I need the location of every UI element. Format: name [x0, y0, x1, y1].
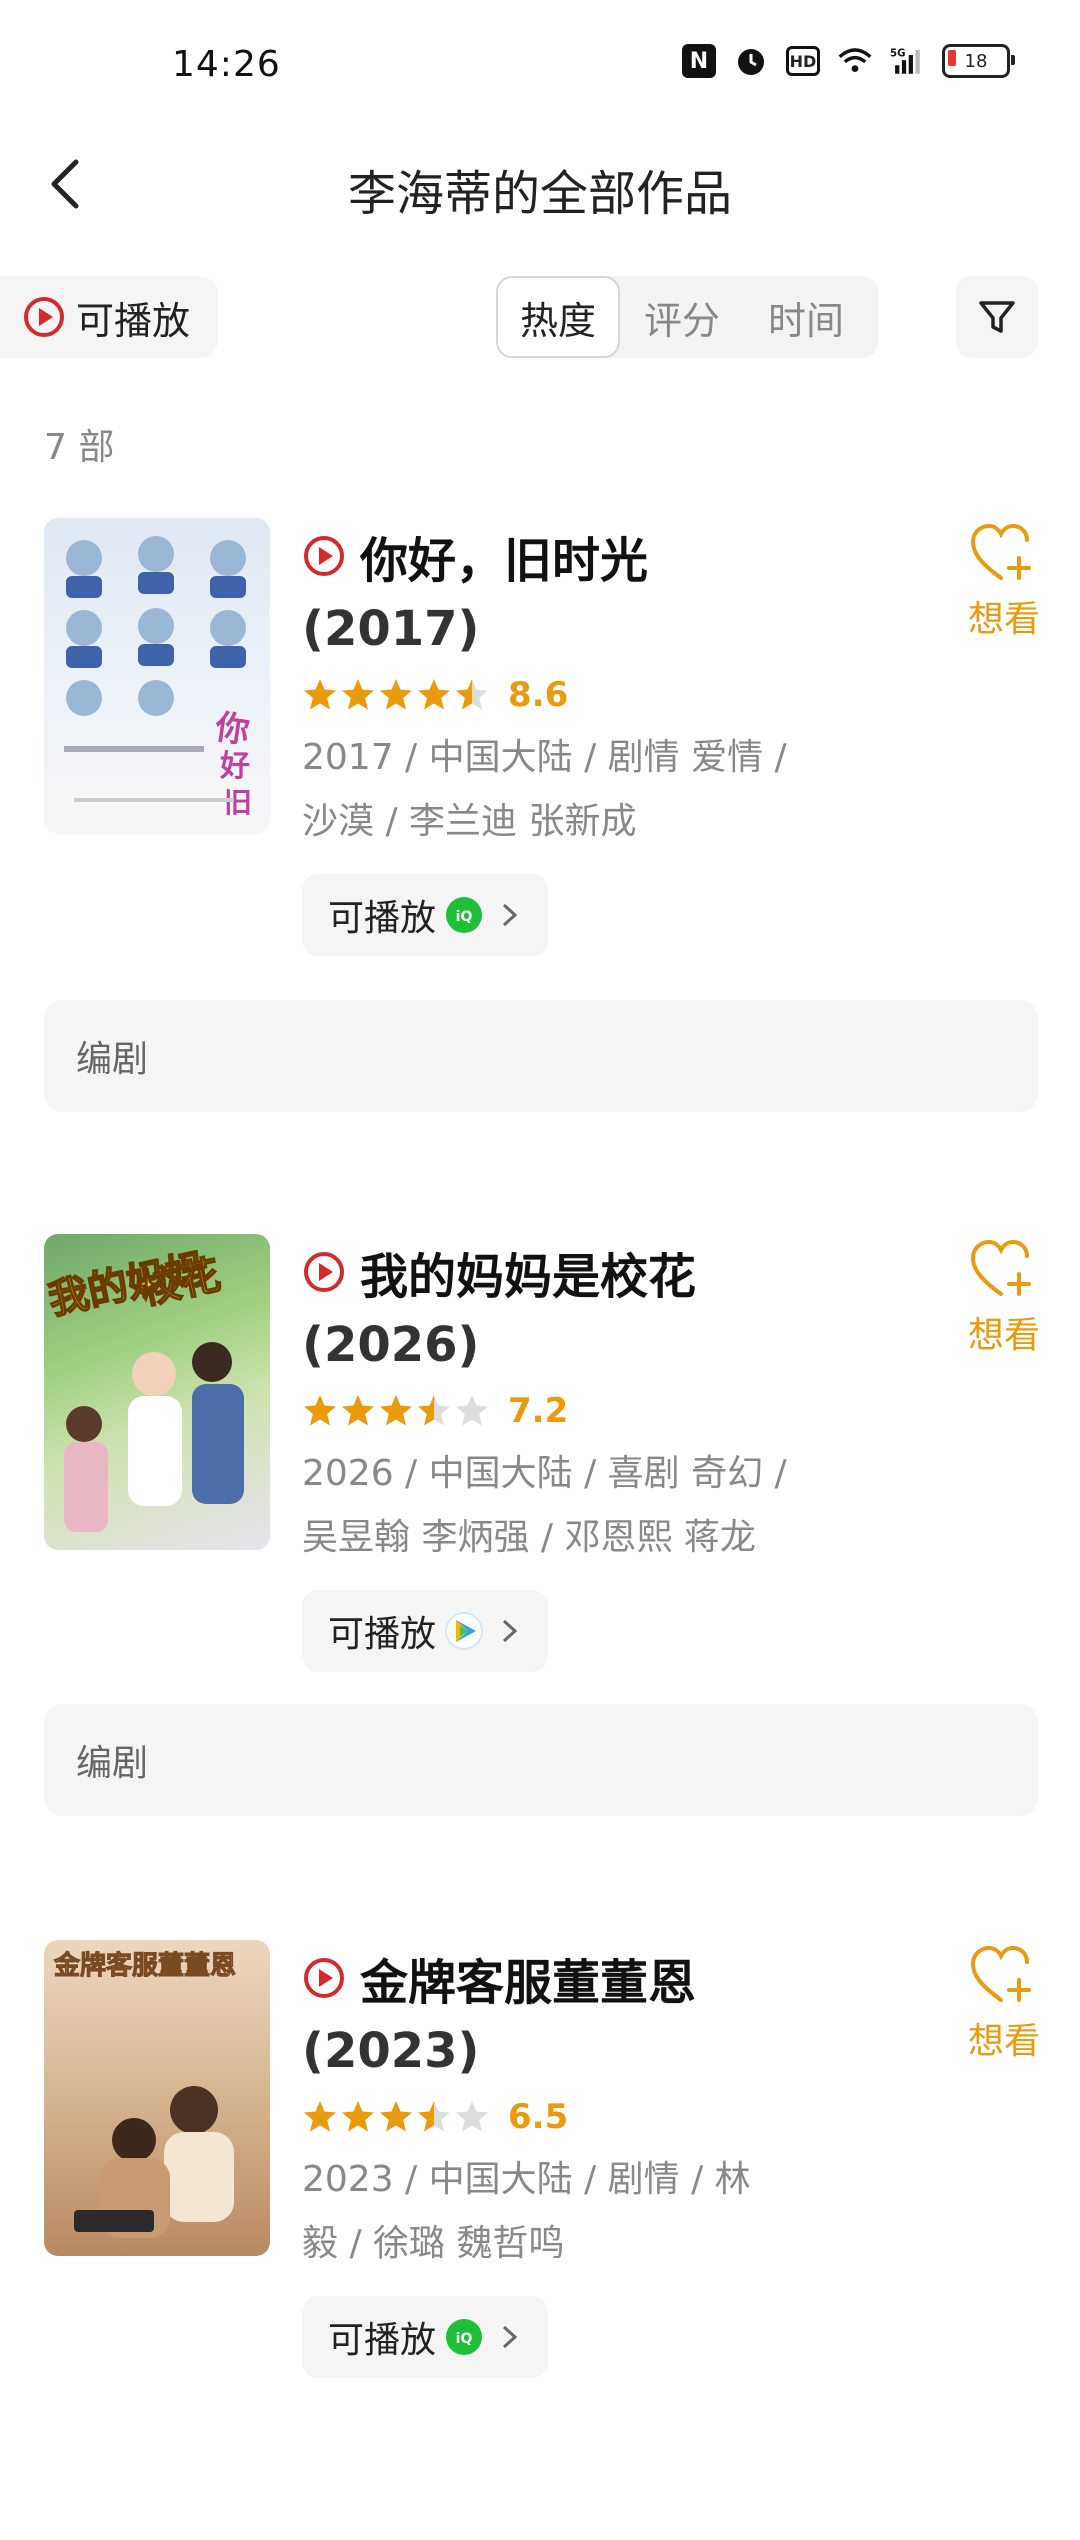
star-icon — [380, 679, 412, 710]
role-bar: 编剧 — [44, 1704, 1038, 1816]
work-info: 金牌客服董董恩 (2023) 6.5 2023 / 中国大陆 / 剧情 / 林 … — [302, 1940, 842, 2378]
want-to-watch-label: 想看 — [967, 599, 1040, 640]
svg-text:iQ: iQ — [456, 909, 473, 925]
work-title[interactable]: 我的妈妈是校花 — [360, 1237, 696, 1307]
sort-segmented-control: 热度 评分 时间 — [496, 276, 878, 358]
want-to-watch-button[interactable]: 想看 — [956, 522, 1052, 642]
playable-filter-button[interactable]: 可播放 — [0, 276, 218, 358]
nfc-icon: N — [682, 44, 716, 78]
play-source-button[interactable]: 可播放 — [302, 1590, 549, 1672]
poster-image[interactable]: 金牌客服董董恩 — [44, 1940, 270, 2256]
status-bar: 14:26 N HD 5G 18 — [0, 0, 1080, 130]
svg-text:旧: 旧 — [224, 786, 252, 819]
star-icon — [304, 2101, 336, 2132]
work-meta-line-1: 2023 / 中国大陆 / 剧情 / 林 — [302, 2159, 751, 2200]
poster-image[interactable]: 我的妈妈 校花 — [44, 1234, 270, 1550]
work-title[interactable]: 你好，旧时光 — [360, 521, 648, 591]
want-to-watch-button[interactable]: 想看 — [956, 1238, 1052, 1358]
star-rating — [302, 1393, 490, 1429]
svg-text:iQ: iQ — [456, 2331, 473, 2347]
star-icon — [304, 679, 336, 710]
sort-tab-rating[interactable]: 评分 — [620, 276, 744, 358]
star-icon — [418, 2101, 450, 2132]
svg-text:5G: 5G — [890, 49, 905, 60]
svg-text:好: 好 — [219, 749, 250, 784]
battery-indicator: 18 — [942, 44, 1015, 78]
alarm-icon — [734, 44, 768, 78]
star-icon — [380, 2101, 412, 2132]
play-source-label: 可播放 — [328, 898, 437, 939]
work-info: 我的妈妈是校花 (2026) 7.2 2026 / 中国大陆 / 喜剧 奇幻 /… — [302, 1234, 842, 1672]
play-source-button[interactable]: 可播放 iQ — [302, 874, 549, 956]
play-circle-icon — [304, 1252, 344, 1292]
status-icons: N HD 5G 18 — [682, 44, 1015, 78]
star-rating — [302, 677, 490, 713]
top-bar: 李海蒂的全部作品 — [0, 130, 1080, 240]
work-title[interactable]: 金牌客服董董恩 — [360, 1943, 696, 2013]
status-time: 14:26 — [172, 44, 281, 85]
5g-signal-icon: 5G — [890, 44, 924, 78]
sort-tab-time[interactable]: 时间 — [744, 276, 868, 358]
play-source-label: 可播放 — [328, 1614, 437, 1655]
star-icon — [456, 1395, 488, 1426]
play-circle-icon — [304, 1958, 344, 1998]
work-card[interactable]: 你 好 旧 你好，旧时光 (2017) 8.6 2017 / 中国大陆 / 剧情… — [0, 518, 1080, 1118]
wifi-icon — [838, 44, 872, 78]
iqiyi-icon: iQ — [446, 897, 483, 933]
hd-icon: HD — [786, 46, 820, 76]
work-meta-line-1: 2017 / 中国大陆 / 剧情 爱情 / — [302, 737, 787, 778]
rating-row: 7.2 — [302, 1380, 842, 1442]
works-count: 7 部 — [44, 427, 115, 468]
star-icon — [418, 1395, 450, 1426]
funnel-icon — [979, 301, 1015, 333]
chevron-right-icon — [503, 1619, 518, 1643]
heart-plus-icon — [970, 1239, 1031, 1296]
sort-tab-hot[interactable]: 热度 — [496, 276, 620, 358]
work-meta-line-2: 吴昱翰 李炳强 / 邓恩熙 蒋龙 — [302, 1517, 756, 1558]
want-to-watch-button[interactable]: 想看 — [956, 1944, 1052, 2064]
poster-image[interactable]: 你 好 旧 — [44, 518, 270, 834]
work-meta-line-1: 2026 / 中国大陆 / 喜剧 奇幻 / — [302, 1453, 787, 1494]
role-bar: 编剧 — [44, 1000, 1038, 1112]
star-icon — [304, 1395, 336, 1426]
work-meta-line-2: 毅 / 徐璐 魏哲鸣 — [302, 2223, 565, 2264]
svg-text:金牌客服董董恩: 金牌客服董董恩 — [53, 1950, 236, 1981]
heart-plus-icon — [970, 523, 1031, 580]
filter-button[interactable] — [956, 276, 1038, 358]
work-year: (2023) — [302, 2023, 480, 2079]
want-to-watch-label: 想看 — [967, 2021, 1040, 2062]
playable-filter-label: 可播放 — [76, 298, 191, 343]
star-icon — [456, 679, 488, 710]
rating-score: 7.2 — [508, 1391, 569, 1431]
svg-text:你: 你 — [212, 707, 252, 751]
star-icon — [456, 2101, 488, 2132]
want-to-watch-label: 想看 — [967, 1315, 1040, 1356]
star-icon — [342, 1395, 374, 1426]
work-card[interactable]: 我的妈妈 校花 我的妈妈是校花 (2026) 7.2 2026 / 中国大陆 /… — [0, 1234, 1080, 1834]
iqiyi-icon: iQ — [446, 2319, 483, 2355]
play-source-label: 可播放 — [328, 2320, 437, 2361]
rating-row: 6.5 — [302, 2086, 842, 2148]
work-year: (2017) — [302, 601, 480, 657]
work-info: 你好，旧时光 (2017) 8.6 2017 / 中国大陆 / 剧情 爱情 / … — [302, 518, 842, 956]
rating-score: 6.5 — [508, 2097, 569, 2137]
star-icon — [380, 1395, 412, 1426]
star-icon — [342, 679, 374, 710]
chevron-right-icon — [503, 903, 518, 927]
star-rating — [302, 2099, 490, 2135]
rating-row: 8.6 — [302, 664, 842, 726]
star-icon — [418, 679, 450, 710]
heart-plus-icon — [970, 1945, 1031, 2002]
page-title: 李海蒂的全部作品 — [347, 166, 732, 222]
work-meta-line-2: 沙漠 / 李兰迪 张新成 — [302, 801, 637, 842]
play-circle-icon — [304, 536, 344, 576]
play-source-button[interactable]: 可播放 iQ — [302, 2296, 549, 2378]
rating-score: 8.6 — [508, 675, 569, 715]
star-icon — [342, 2101, 374, 2132]
work-card[interactable]: 金牌客服董董恩 金牌客服董董恩 (2023) 6.5 2023 / 中国大陆 /… — [0, 1940, 1080, 2540]
tencent-video-icon — [445, 1612, 484, 1650]
play-circle-icon — [24, 297, 64, 337]
chevron-right-icon — [503, 2325, 518, 2349]
work-year: (2026) — [302, 1317, 480, 1373]
